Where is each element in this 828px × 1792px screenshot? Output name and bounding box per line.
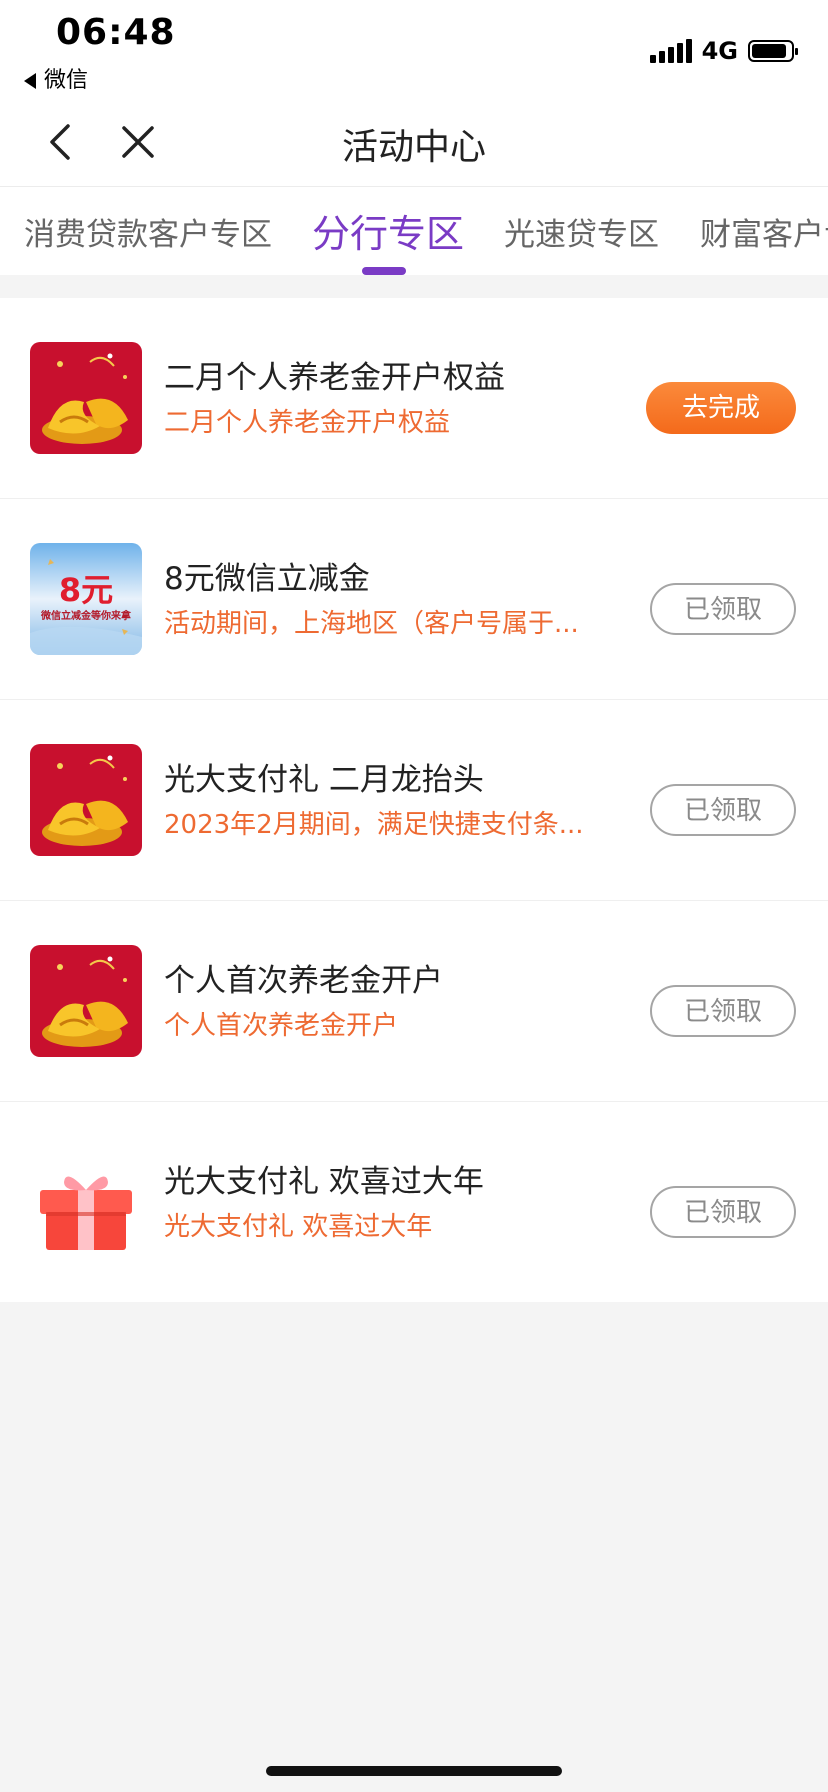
- active-tab-indicator: [362, 267, 406, 275]
- list-item[interactable]: 光大支付礼 欢喜过大年 光大支付礼 欢喜过大年 已领取: [0, 1102, 828, 1302]
- home-indicator[interactable]: [266, 1766, 562, 1776]
- page-title: 活动中心: [341, 127, 486, 168]
- claimed-button[interactable]: 已领取: [650, 1186, 796, 1238]
- back-to-app[interactable]: 微信: [24, 62, 88, 94]
- list-item[interactable]: 8元 微信立减金等你来拿 8元微信立减金 活动期间，上海地区（客户号属于... …: [0, 499, 828, 700]
- activity-title: 光大支付礼 欢喜过大年: [164, 1164, 484, 1200]
- activity-subtitle: 活动期间，上海地区（客户号属于...: [164, 609, 579, 639]
- status-indicators: 4G: [649, 36, 798, 66]
- signal-icon: [649, 39, 692, 63]
- gold-coin-thumbnail: [30, 945, 142, 1057]
- list-item[interactable]: 个人首次养老金开户 个人首次养老金开户 已领取: [0, 901, 828, 1102]
- nav-bar: 活动中心: [0, 100, 828, 187]
- activity-title: 二月个人养老金开户权益: [164, 360, 505, 396]
- tab-wealth-customer[interactable]: 财富客户专区: [700, 209, 828, 254]
- tab-express-loan[interactable]: 光速贷专区: [504, 209, 659, 254]
- tab-consumer-loan[interactable]: 消费贷款客户专区: [24, 209, 272, 254]
- gold-coin-thumbnail: [30, 342, 142, 454]
- activity-subtitle: 光大支付礼 欢喜过大年: [164, 1212, 433, 1242]
- claimed-button[interactable]: 已领取: [650, 583, 796, 635]
- list-item[interactable]: 光大支付礼 二月龙抬头 2023年2月期间，满足快捷支付条... 已领取: [0, 700, 828, 901]
- voucher-caption: 微信立减金等你来拿: [41, 611, 131, 622]
- claimed-button[interactable]: 已领取: [650, 784, 796, 836]
- category-tabs: 消费贷款客户专区 分行专区 光速贷专区 财富客户专区: [0, 187, 828, 275]
- gold-coin-thumbnail: [30, 744, 142, 856]
- activity-list: 二月个人养老金开户权益 二月个人养老金开户权益 去完成 8元 微信立减金等你来拿…: [0, 298, 828, 1302]
- back-app-label: 微信: [44, 68, 89, 93]
- tab-branch[interactable]: 分行专区: [312, 203, 464, 258]
- voucher-amount: 8元: [58, 571, 114, 609]
- claimed-button[interactable]: 已领取: [650, 985, 796, 1037]
- activity-subtitle: 2023年2月期间，满足快捷支付条...: [164, 810, 584, 840]
- network-type: 4G: [701, 37, 738, 65]
- activity-subtitle: 个人首次养老金开户: [164, 1011, 399, 1041]
- gift-box-thumbnail: [30, 1146, 142, 1258]
- wechat-voucher-thumbnail: 8元 微信立减金等你来拿: [30, 543, 142, 655]
- activity-title: 个人首次养老金开户: [164, 963, 443, 999]
- status-time: 06:48: [56, 12, 176, 53]
- complete-button[interactable]: 去完成: [646, 382, 796, 434]
- activity-title: 光大支付礼 二月龙抬头: [164, 762, 484, 798]
- battery-level: [752, 44, 787, 58]
- activity-title: 8元微信立减金: [164, 561, 370, 597]
- back-triangle-icon: [24, 73, 36, 89]
- activity-subtitle: 二月个人养老金开户权益: [164, 408, 451, 438]
- list-item[interactable]: 二月个人养老金开户权益 二月个人养老金开户权益 去完成: [0, 298, 828, 499]
- activity-center-page: 06:48 微信 4G 活动中心 消费贷款客户专区 分行专区 光速贷专区 财富客…: [0, 0, 828, 1792]
- battery-icon: [748, 40, 798, 62]
- status-bar: 06:48 微信 4G: [0, 0, 828, 100]
